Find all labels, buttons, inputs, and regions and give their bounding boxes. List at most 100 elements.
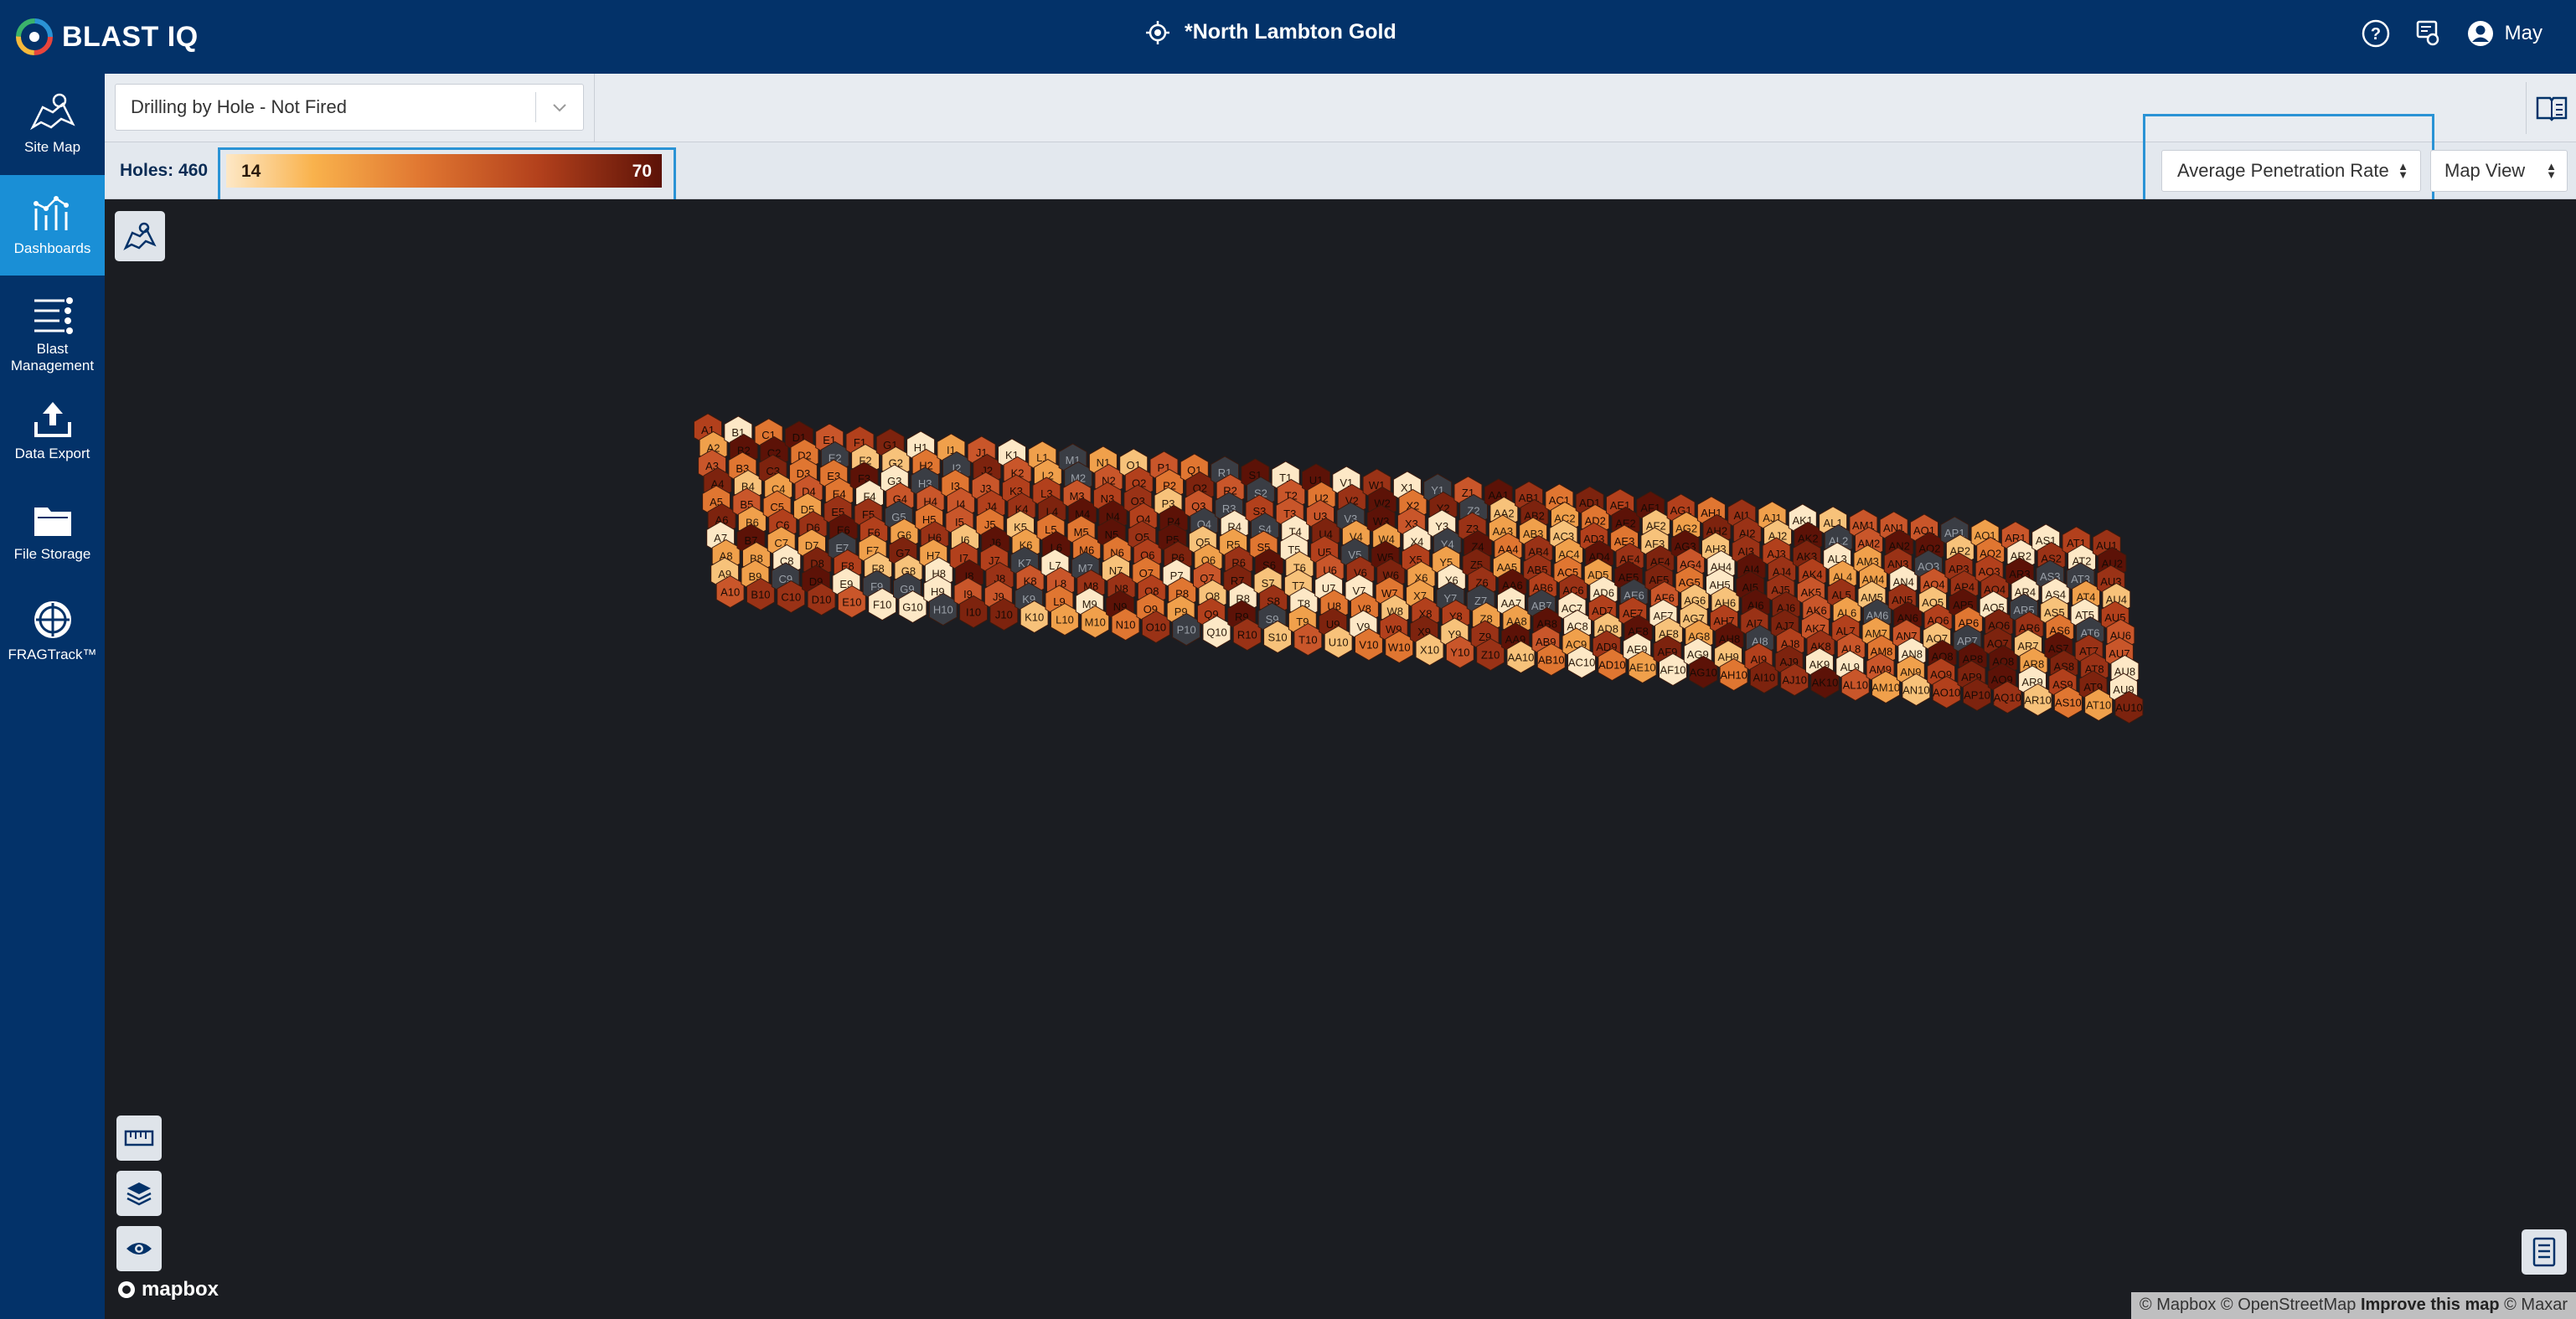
hole-label: AU10 (2115, 702, 2143, 714)
app-logo[interactable]: BLAST IQ (15, 17, 199, 57)
hole-label: K10 (1025, 611, 1044, 624)
book-icon (2536, 96, 2567, 121)
chevron-down-icon (536, 96, 583, 118)
hole-label: N10 (1116, 619, 1136, 631)
hole-label: O10 (1146, 621, 1167, 634)
hole-label: W10 (1388, 641, 1411, 654)
mapbox-icon (118, 1281, 135, 1298)
improve-map-link[interactable]: Improve this map (2361, 1296, 2500, 1314)
mapview-select[interactable]: Map View ▲ ▼ (2430, 150, 2568, 192)
hole-label: Q10 (1206, 626, 1227, 639)
hole-label: V10 (1359, 639, 1378, 652)
hole-label: E10 (842, 596, 861, 609)
map-icon (29, 93, 75, 131)
sidebar: Site Map Dashboards Blast Management Dat… (0, 74, 105, 1319)
feedback-icon[interactable] (2414, 19, 2443, 48)
sidebar-item-label: File Storage (13, 546, 91, 562)
hole-label: J10 (995, 609, 1013, 621)
sidebar-item-label: Dashboards (13, 240, 91, 256)
sidebar-item-blast-management[interactable]: Blast Management (0, 276, 105, 380)
hole-label: M10 (1085, 616, 1106, 629)
hole-label: P10 (1177, 624, 1196, 636)
sidebar-item-label: Data Export (14, 446, 90, 461)
legend-toolbar: Holes: 460 14 70 Average Penetration Rat… (105, 114, 2576, 214)
map-icon (123, 222, 157, 250)
hole-label: AO10 (1933, 687, 1960, 699)
help-icon[interactable]: ? (2361, 18, 2391, 49)
attribution-sources[interactable]: © Mapbox © OpenStreetMap (2140, 1296, 2357, 1314)
eye-icon (126, 1243, 152, 1255)
legend-list-icon (2532, 1237, 2556, 1267)
hole-label: X10 (1420, 644, 1439, 657)
hole-pattern[interactable]: A1A2A3A4A5A6A7A8A9A10B1B2B3B4B5B6B7B8B9B… (105, 199, 2576, 1319)
user-name: May (2504, 22, 2542, 44)
color-legend: 14 70 (226, 154, 662, 188)
measure-button[interactable] (116, 1115, 162, 1161)
metric-select-value: Average Penetration Rate (2177, 160, 2389, 181)
mapbox-logo[interactable]: mapbox (116, 1278, 219, 1301)
hole-label: I10 (966, 606, 981, 619)
hole-label: D10 (812, 594, 832, 606)
user-menu[interactable]: May (2466, 19, 2542, 48)
basemap-toggle-button[interactable] (115, 211, 165, 261)
list-icon (34, 297, 73, 334)
hole-label: G10 (902, 601, 923, 614)
hole-label: AC10 (1568, 657, 1596, 669)
sidebar-item-data-export[interactable]: Data Export (0, 380, 105, 481)
sidebar-item-dashboards[interactable]: Dashboards (0, 175, 105, 276)
hole-label: AK10 (1812, 677, 1839, 689)
mapbox-label: mapbox (142, 1278, 219, 1301)
map-attribution: © Mapbox © OpenStreetMap Improve this ma… (2130, 1292, 2576, 1319)
hole-label: C10 (781, 591, 801, 604)
sidebar-item-site-map[interactable]: Site Map (0, 74, 105, 172)
map-canvas[interactable]: A1 A2 A3 A4 A5 A6 A7 A8 A9 A10 B1 B2 B3 B4 B5 B6 B7 B8 B9 B… (105, 199, 2576, 1319)
hole-label: H10 (933, 604, 953, 616)
layers-button[interactable] (116, 1171, 162, 1216)
hole-label: B10 (751, 589, 770, 601)
attribution-maxar[interactable]: © Maxar (2504, 1296, 2568, 1314)
dashboard-view-select[interactable]: Drilling by Hole - Not Fired (115, 84, 584, 131)
hole-label: AF10 (1660, 664, 1685, 677)
metric-select[interactable]: Average Penetration Rate ▲ ▼ (2161, 150, 2421, 192)
sidebar-item-file-storage[interactable]: File Storage (0, 481, 105, 581)
hole-label: Y10 (1450, 647, 1469, 659)
chart-icon (33, 196, 69, 230)
hole-label: L10 (1056, 614, 1074, 626)
hole-label: T10 (1298, 634, 1317, 647)
header-actions: ? May (2361, 18, 2542, 49)
hole-label: AI10 (1753, 672, 1776, 684)
legend-max-value: 70 (632, 162, 652, 181)
holes-count: Holes: 460 (120, 161, 209, 180)
app-name: BLAST IQ (62, 20, 199, 53)
sort-arrows-icon: ▲ ▼ (2398, 160, 2408, 181)
hole-label: R10 (1237, 629, 1257, 641)
hole-label: AH10 (1720, 669, 1747, 682)
hole-label: AP10 (1964, 689, 1990, 702)
hole-label: U10 (1329, 636, 1349, 649)
hole-label: AB10 (1538, 654, 1565, 667)
hole-label: AT10 (2086, 699, 2111, 712)
map-legend-button[interactable] (2522, 1229, 2567, 1275)
site-selector[interactable]: *North Lambton Gold (1146, 20, 1396, 44)
sidebar-item-label: FRAGTrack™ (8, 647, 97, 662)
hole-label: AN10 (1902, 684, 1930, 697)
reference-panel-button[interactable] (2526, 82, 2576, 134)
hole-label: AL10 (1843, 679, 1868, 692)
hole-label: AR10 (2024, 694, 2052, 707)
layers-icon (126, 1182, 152, 1206)
hole-label: AM10 (1871, 682, 1900, 694)
hole-label: AG10 (1690, 667, 1717, 679)
hole-label: Z10 (1481, 649, 1500, 662)
sidebar-item-fragtrack[interactable]: FRAGTrack™ (0, 581, 105, 682)
logo-icon (16, 18, 53, 55)
svg-text:?: ? (2371, 25, 2381, 44)
legend-min-value: 14 (241, 162, 261, 181)
hole-label: A10 (720, 586, 740, 599)
hole-label: AA10 (1508, 652, 1535, 664)
hole-label: AQ10 (1994, 692, 2021, 704)
visibility-button[interactable] (116, 1226, 162, 1271)
hole-label: AD10 (1598, 659, 1626, 672)
mapview-select-value: Map View (2444, 160, 2526, 181)
hole-label: AJ10 (1782, 674, 1807, 687)
location-target-icon (1146, 20, 1169, 44)
